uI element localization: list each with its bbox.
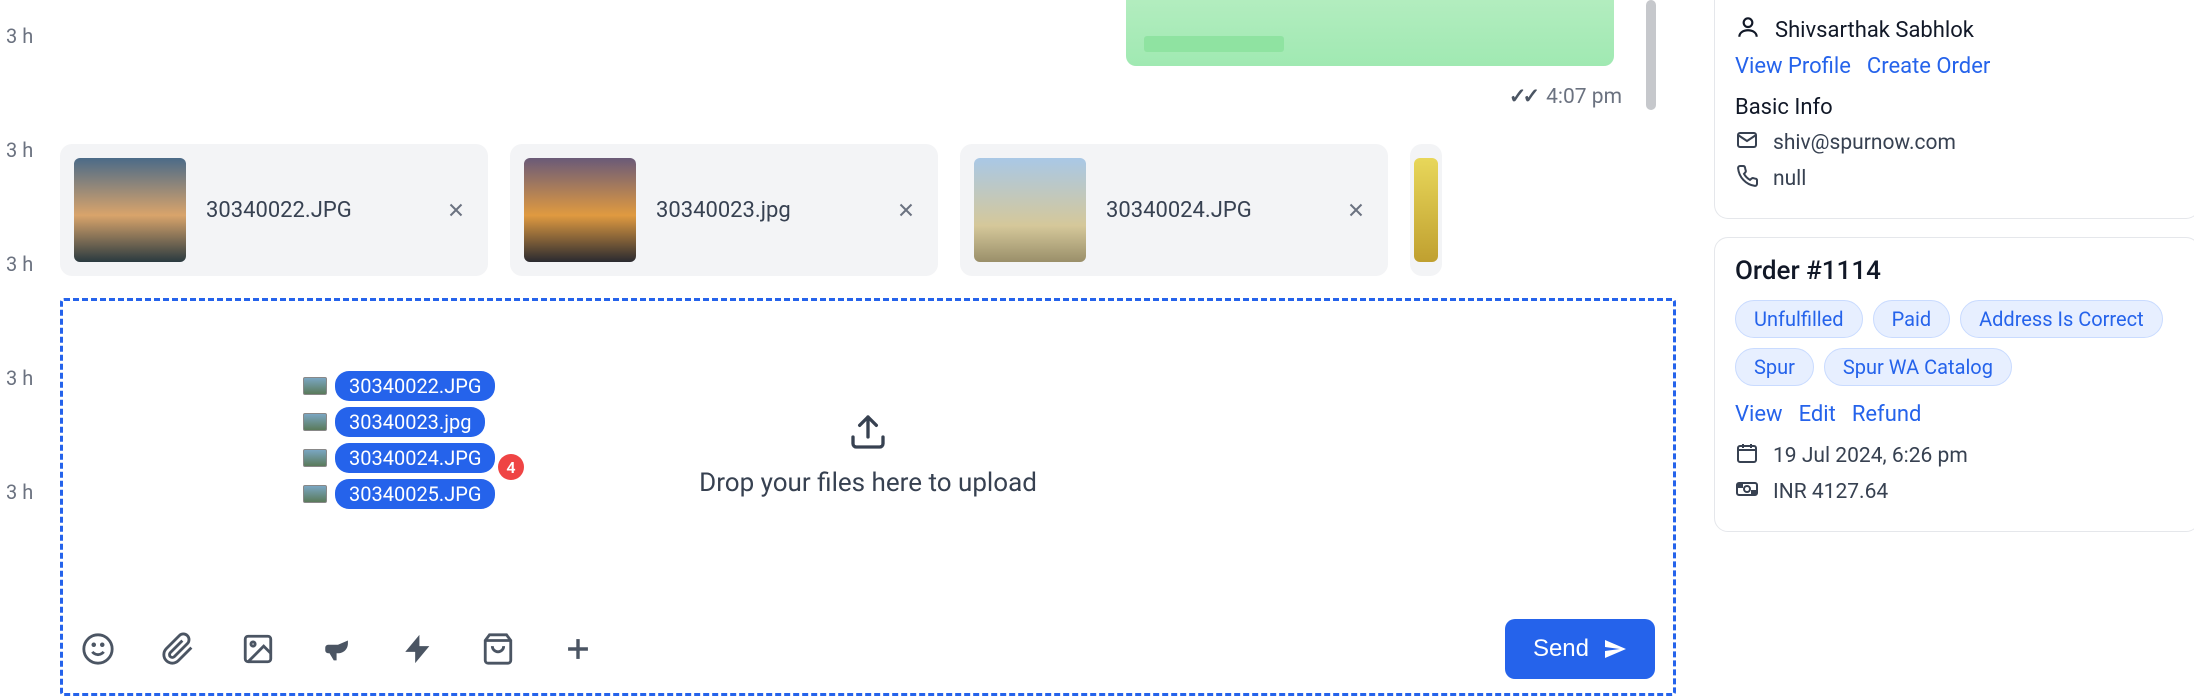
read-receipt-icon: ✓✓ — [1509, 84, 1536, 109]
timeline-label: 3 h — [0, 252, 60, 276]
remove-attachment-button[interactable] — [438, 192, 474, 228]
order-tag[interactable]: Unfulfilled — [1735, 300, 1863, 338]
order-total: INR 4127.64 — [1773, 480, 1888, 504]
attachment-card[interactable]: 30340024.JPG — [960, 144, 1388, 276]
attachment-thumbnail — [1414, 158, 1438, 262]
scroll-thumb[interactable] — [1646, 0, 1656, 110]
attachment-icon[interactable] — [161, 632, 195, 666]
money-icon — [1735, 477, 1759, 507]
image-file-icon — [303, 413, 327, 431]
dropzone[interactable]: 30340022.JPG 30340023.jpg 30340024.JPG 3… — [60, 298, 1676, 696]
send-button-label: Send — [1533, 635, 1589, 663]
send-button[interactable]: Send — [1505, 619, 1655, 679]
image-file-icon — [303, 485, 327, 503]
image-file-icon — [303, 377, 327, 395]
email-icon — [1735, 128, 1759, 158]
attachments-row: 30340022.JPG 30340023.jpg 30340024.JPG — [60, 144, 1676, 276]
timeline-label: 3 h — [0, 24, 60, 48]
dropzone-center: 30340022.JPG 30340023.jpg 30340024.JPG 3… — [63, 301, 1673, 609]
attachment-thumbnail — [974, 158, 1086, 262]
dragging-file: 30340024.JPG — [303, 443, 495, 473]
order-view-link[interactable]: View — [1735, 402, 1783, 427]
emoji-icon[interactable] — [81, 632, 115, 666]
image-icon[interactable] — [241, 632, 275, 666]
image-file-icon — [303, 449, 327, 467]
order-tag[interactable]: Spur — [1735, 348, 1814, 386]
attachment-card-overflow[interactable] — [1410, 144, 1442, 276]
order-edit-link[interactable]: Edit — [1799, 402, 1836, 427]
dragging-file-name: 30340025.JPG — [335, 479, 495, 509]
timeline-label: 3 h — [0, 480, 60, 504]
calendar-icon — [1735, 441, 1759, 471]
dragging-file: 30340022.JPG — [303, 371, 495, 401]
chat-column: ✓✓ 4:07 pm 30340022.JPG 30340023.jpg 303… — [60, 0, 1694, 696]
message-meta: ✓✓ 4:07 pm — [1509, 84, 1622, 109]
timeline-sidebar: 3 h 3 h 3 h 3 h 3 h — [0, 0, 60, 696]
profile-phone: null — [1773, 167, 1806, 191]
timeline-label: 3 h — [0, 366, 60, 390]
dragging-file-name: 30340022.JPG — [335, 371, 495, 401]
dragging-file-name: 30340024.JPG — [335, 443, 495, 473]
file-count-badge: 4 — [498, 454, 524, 480]
attachment-filename: 30340024.JPG — [1106, 198, 1318, 223]
upload-icon — [848, 412, 888, 456]
attachment-card[interactable]: 30340023.jpg — [510, 144, 938, 276]
composer-bar: Send — [63, 609, 1673, 693]
message-row — [60, 0, 1676, 90]
attachment-thumbnail — [524, 158, 636, 262]
shopping-bag-icon[interactable] — [481, 632, 515, 666]
dragging-file-name: 30340023.jpg — [335, 407, 485, 437]
send-icon — [1603, 637, 1627, 661]
phone-icon — [1735, 164, 1759, 194]
attachment-filename: 30340023.jpg — [656, 198, 868, 223]
megaphone-icon[interactable] — [321, 632, 355, 666]
remove-attachment-button[interactable] — [888, 192, 924, 228]
dragging-file: 30340023.jpg — [303, 407, 495, 437]
attachment-filename: 30340022.JPG — [206, 198, 418, 223]
message-time: 4:07 pm — [1546, 85, 1622, 109]
create-order-link[interactable]: Create Order — [1867, 54, 1990, 79]
order-title: Order #1114 — [1735, 256, 2179, 286]
order-tag[interactable]: Spur WA Catalog — [1824, 348, 2012, 386]
attachment-thumbnail — [74, 158, 186, 262]
order-card: Order #1114 Unfulfilled Paid Address Is … — [1714, 237, 2194, 532]
details-panel: Shivsarthak Sabhlok View Profile Create … — [1694, 0, 2194, 696]
profile-email: shiv@spurnow.com — [1773, 131, 1956, 155]
attachment-card[interactable]: 30340022.JPG — [60, 144, 488, 276]
view-profile-link[interactable]: View Profile — [1735, 54, 1851, 79]
profile-name: Shivsarthak Sabhlok — [1775, 18, 1974, 43]
dragging-file: 30340025.JPG — [303, 479, 495, 509]
plus-icon[interactable] — [561, 632, 595, 666]
dragging-files-list: 30340022.JPG 30340023.jpg 30340024.JPG 3… — [303, 371, 495, 509]
order-refund-link[interactable]: Refund — [1852, 402, 1922, 427]
timeline-label: 3 h — [0, 138, 60, 162]
order-tags: Unfulfilled Paid Address Is Correct Spur… — [1735, 300, 2179, 386]
outgoing-message-bubble[interactable] — [1126, 0, 1614, 66]
remove-attachment-button[interactable] — [1338, 192, 1374, 228]
user-icon — [1735, 14, 1761, 46]
dropzone-text: Drop your files here to upload — [699, 468, 1037, 498]
order-tag[interactable]: Paid — [1873, 300, 1951, 338]
profile-card: Shivsarthak Sabhlok View Profile Create … — [1714, 0, 2194, 219]
order-date: 19 Jul 2024, 6:26 pm — [1773, 444, 1968, 468]
order-tag[interactable]: Address Is Correct — [1960, 300, 2163, 338]
basic-info-label: Basic Info — [1735, 95, 2179, 120]
quick-reply-icon[interactable] — [401, 632, 435, 666]
